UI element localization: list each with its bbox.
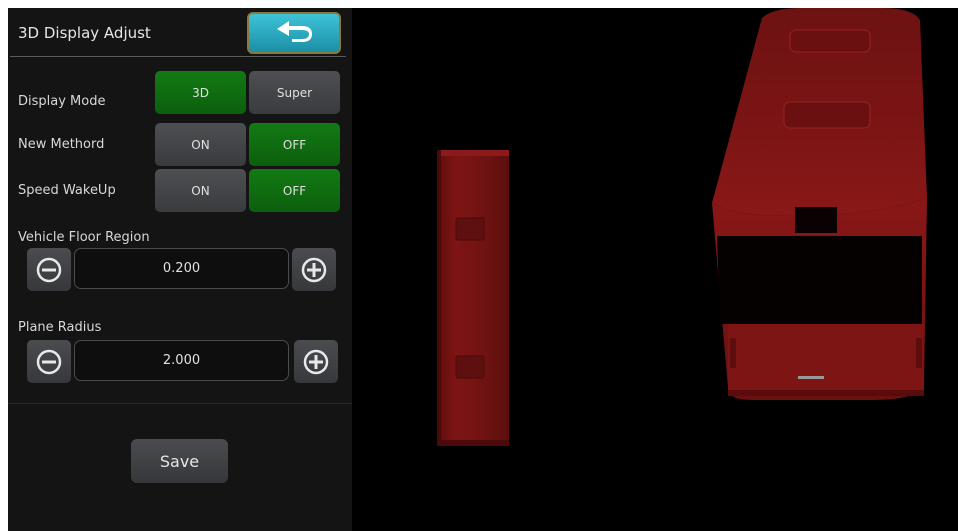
- 3d-view: [352, 8, 958, 531]
- speed-wakeup-label: Speed WakeUp: [18, 183, 116, 198]
- display-mode-super-button[interactable]: Super: [249, 71, 340, 114]
- panel-title: 3D Display Adjust: [18, 24, 151, 42]
- vehicle-floor-region-decrease-button[interactable]: [27, 248, 71, 291]
- vehicle-floor-region-label: Vehicle Floor Region: [18, 230, 150, 245]
- new-method-off-button[interactable]: OFF: [249, 123, 340, 166]
- plane-radius-value[interactable]: 2.000: [74, 340, 289, 381]
- minus-circle-icon: [36, 257, 62, 282]
- bus-render: [437, 8, 927, 446]
- panel-divider: [8, 403, 352, 404]
- display-mode-3d-button[interactable]: 3D: [155, 71, 246, 114]
- settings-panel: 3D Display Adjust Display Mode 3D Super …: [8, 8, 352, 531]
- vehicle-side-view: [437, 150, 509, 446]
- minus-circle-icon: [36, 349, 62, 374]
- back-button[interactable]: [247, 12, 341, 54]
- plane-radius-decrease-button[interactable]: [27, 340, 71, 383]
- vehicle-floor-region-value[interactable]: 0.200: [74, 248, 289, 289]
- plane-radius-label: Plane Radius: [18, 320, 102, 335]
- new-method-label: New Methord: [18, 137, 105, 152]
- display-mode-label: Display Mode: [18, 94, 106, 109]
- plus-circle-icon: [301, 257, 327, 282]
- speed-wakeup-off-button[interactable]: OFF: [249, 169, 340, 212]
- vehicle-floor-region-increase-button[interactable]: [292, 248, 336, 291]
- plane-radius-increase-button[interactable]: [294, 340, 338, 383]
- new-method-on-button[interactable]: ON: [155, 123, 246, 166]
- plus-circle-icon: [303, 349, 329, 374]
- title-divider: [10, 56, 346, 57]
- back-arrow-icon: [277, 21, 312, 42]
- save-button[interactable]: Save: [131, 439, 228, 483]
- vehicle-3d-view: [712, 8, 927, 400]
- screen: 3D Display Adjust Display Mode 3D Super …: [8, 8, 958, 531]
- speed-wakeup-on-button[interactable]: ON: [155, 169, 246, 212]
